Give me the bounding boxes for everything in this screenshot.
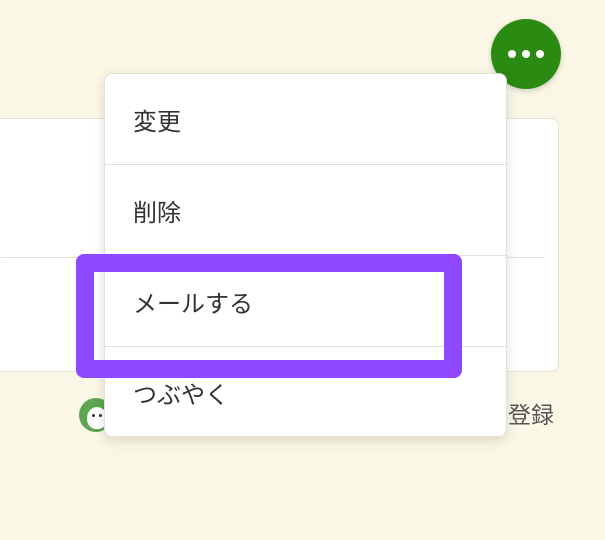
- register-link[interactable]: 登録: [508, 400, 554, 432]
- menu-item-tweet[interactable]: つぶやく: [105, 347, 506, 436]
- menu-item-email[interactable]: メールする: [105, 256, 506, 346]
- dropdown-menu: 変更 削除 メールする つぶやく: [104, 73, 507, 437]
- ellipsis-icon: [508, 50, 516, 58]
- menu-item-delete[interactable]: 削除: [105, 165, 506, 255]
- menu-item-edit[interactable]: 変更: [105, 74, 506, 164]
